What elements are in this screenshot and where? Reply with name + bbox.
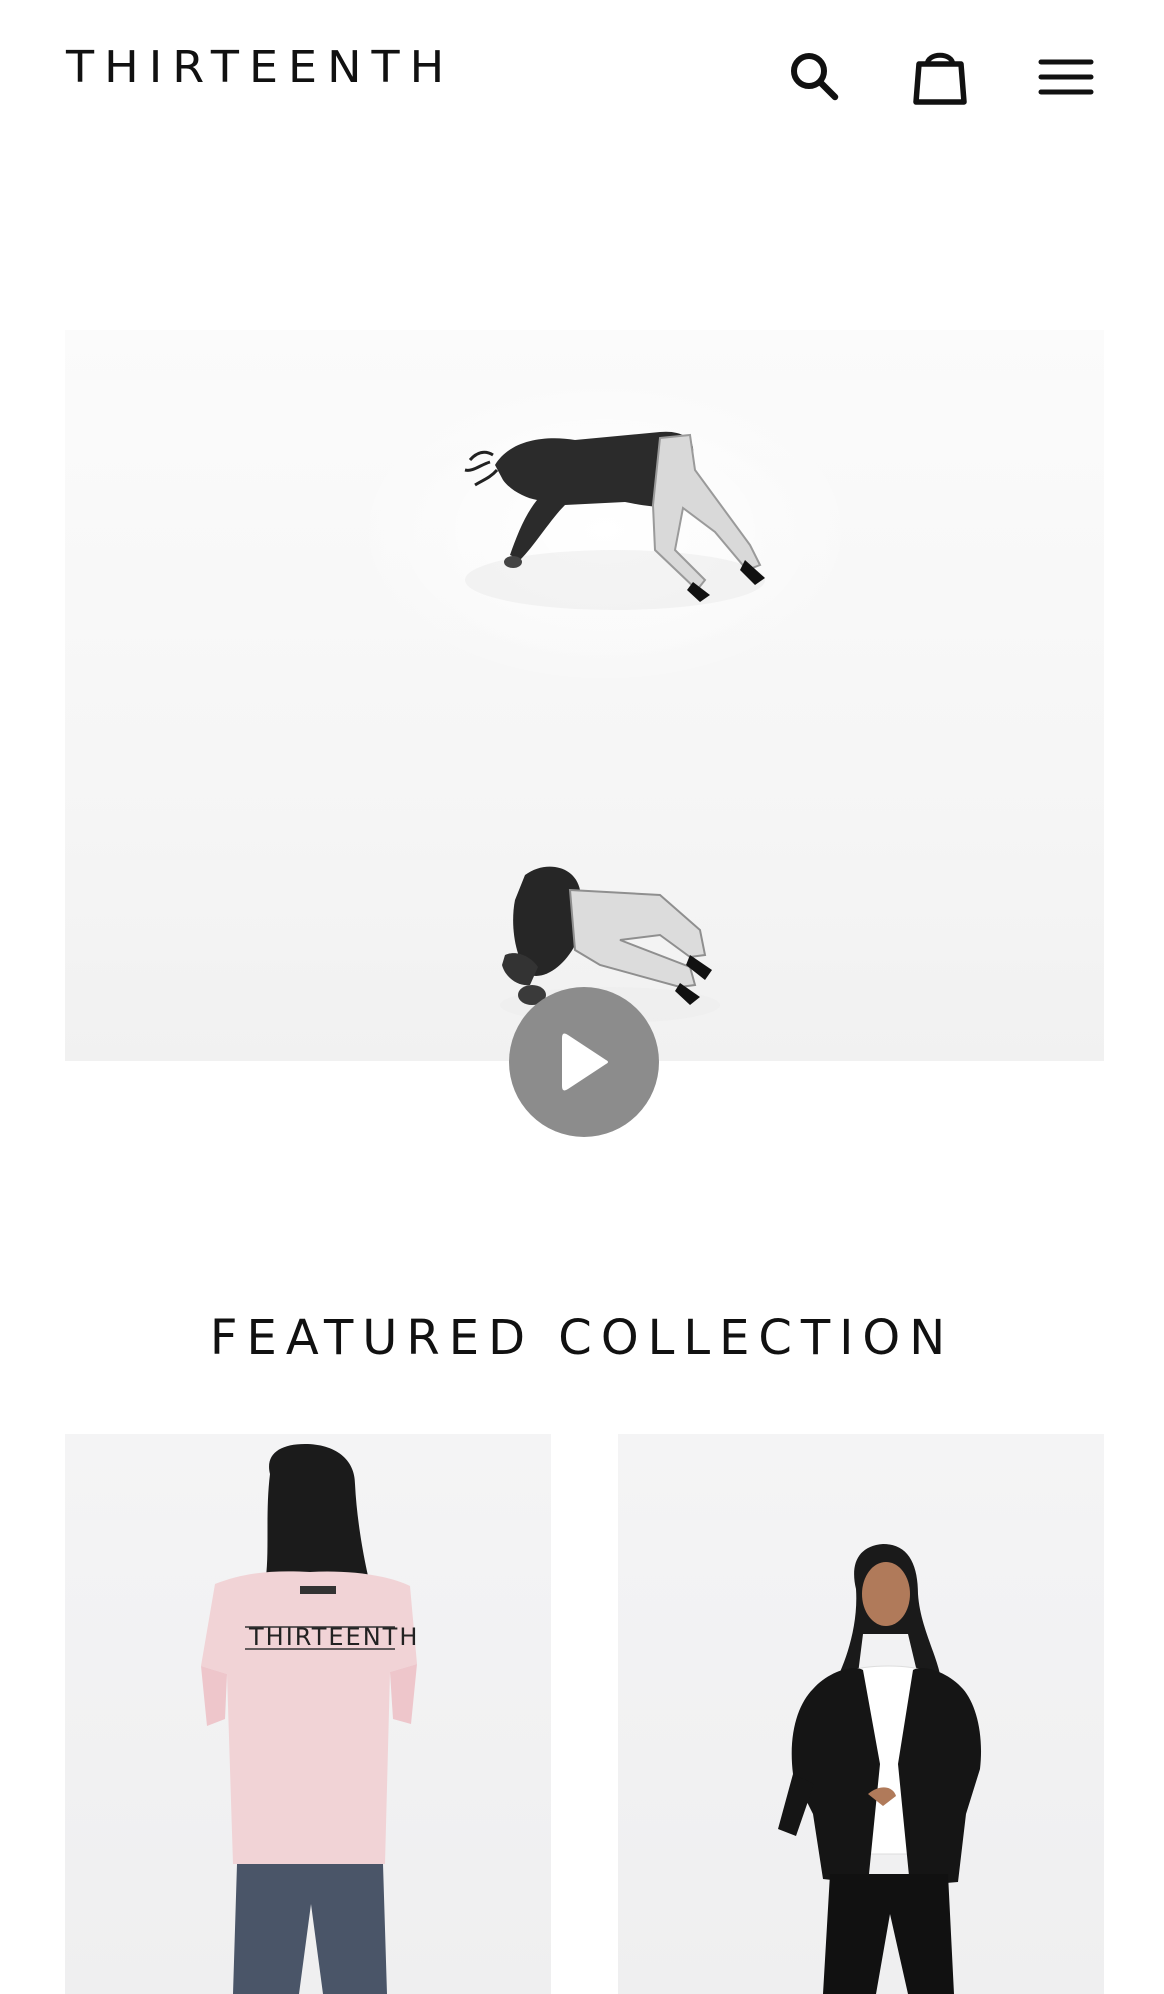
- cart-button[interactable]: [908, 44, 972, 108]
- hamburger-menu-icon: [1038, 59, 1094, 95]
- search-button[interactable]: [782, 44, 846, 108]
- featured-collection-title: FEATURED COLLECTION: [209, 1309, 955, 1366]
- shopping-bag-icon: [913, 52, 967, 105]
- brand-logo[interactable]: THIRTEENTH: [66, 40, 454, 93]
- play-icon: [562, 1033, 608, 1091]
- play-video-button[interactable]: [509, 987, 659, 1137]
- search-icon: [791, 53, 839, 101]
- product-image-black-blazer: [778, 1544, 982, 1994]
- floating-figure-top: [464, 431, 765, 610]
- product-image-pink-tee: THIRTEENTH: [201, 1444, 417, 1994]
- hero-video[interactable]: [65, 330, 1104, 1061]
- product-card[interactable]: THIRTEENTH: [65, 1434, 551, 1994]
- product-card[interactable]: [618, 1434, 1104, 1994]
- menu-button[interactable]: [1034, 44, 1098, 108]
- site-header: THIRTEENTH: [0, 0, 1164, 150]
